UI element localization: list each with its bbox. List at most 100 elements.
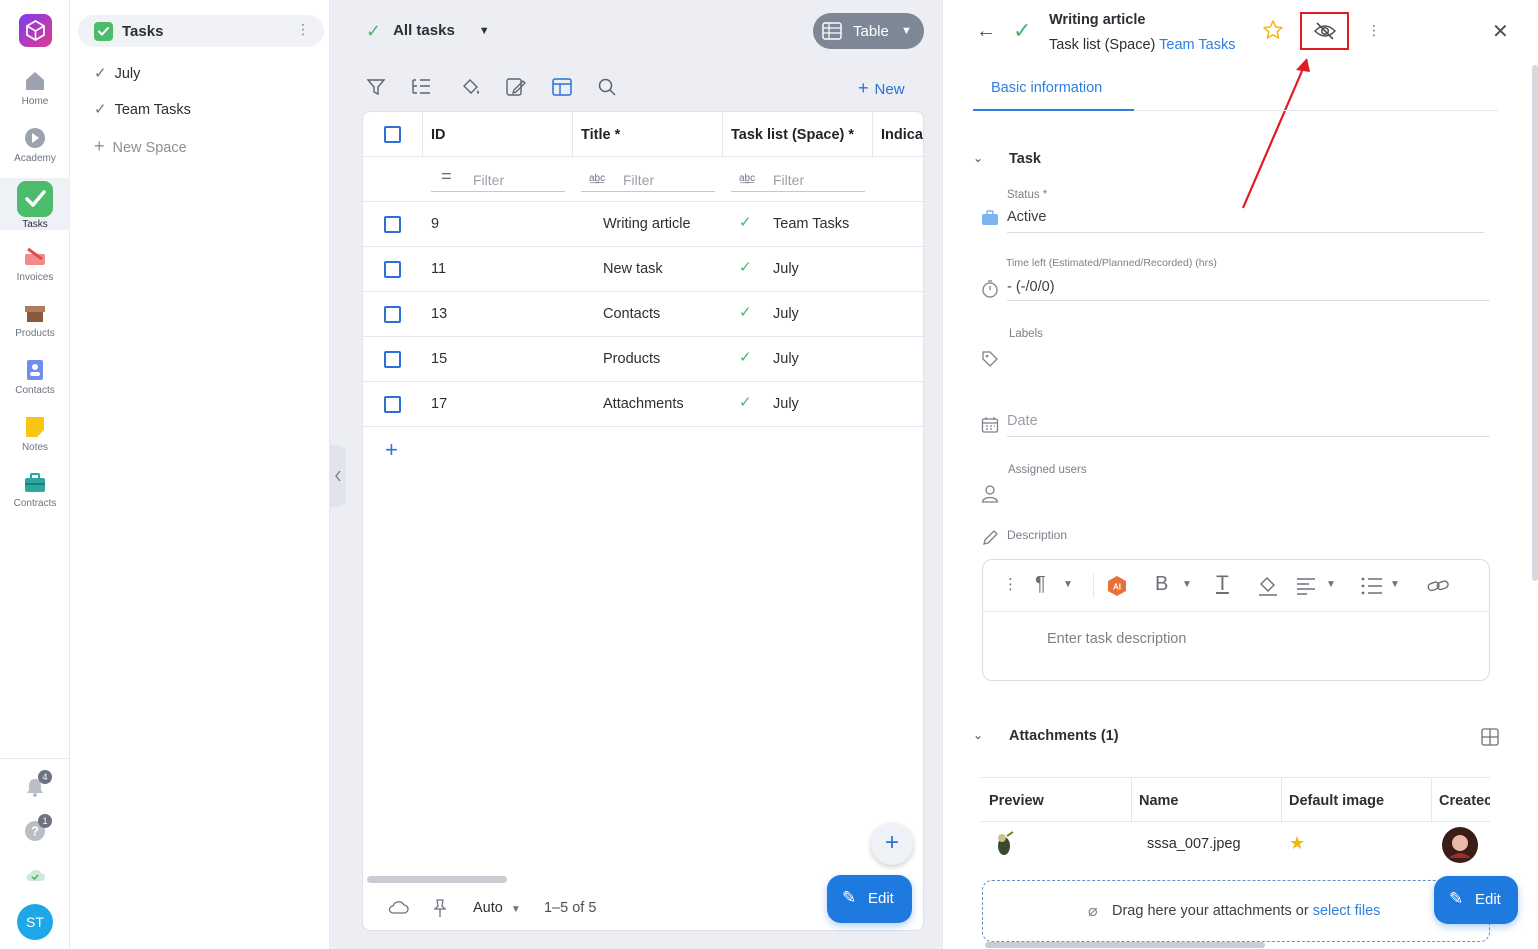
close-icon[interactable]: ✕ — [1492, 19, 1509, 44]
space-item-july[interactable]: ✓ July — [94, 64, 140, 82]
pin-button[interactable] — [431, 898, 449, 918]
labels-field[interactable] — [1007, 348, 1484, 370]
ai-icon[interactable]: AI — [1107, 575, 1127, 597]
text-format-icon[interactable]: T — [1216, 572, 1229, 596]
search-button[interactable] — [597, 77, 617, 97]
rail-academy[interactable]: Academy — [0, 127, 70, 164]
caret-down-icon[interactable]: ▼ — [1390, 579, 1400, 590]
table-row[interactable]: 11 New task ✓ July — [363, 247, 923, 292]
att-col-preview[interactable]: Preview — [989, 793, 1044, 809]
horizontal-scrollbar[interactable] — [367, 876, 507, 883]
color-rules-button[interactable] — [460, 77, 482, 97]
add-fab[interactable]: + — [871, 823, 913, 865]
rail-home[interactable]: Home — [0, 70, 70, 107]
list-icon[interactable] — [1361, 577, 1383, 595]
rail-notes[interactable]: Notes — [0, 416, 70, 453]
view-mode-button[interactable]: Table ▼ — [813, 13, 924, 49]
back-arrow-icon[interactable]: ← — [976, 20, 996, 43]
space-filter-input[interactable]: a͟b͟c Filter — [731, 170, 865, 192]
row-checkbox[interactable] — [384, 351, 401, 368]
filter-button[interactable] — [366, 77, 386, 97]
attachment-dropzone[interactable]: ⌀ Drag here your attachments or select f… — [982, 880, 1490, 942]
new-task-button[interactable]: + New — [858, 78, 905, 99]
link-icon[interactable] — [1427, 577, 1449, 595]
select-all-checkbox[interactable] — [384, 126, 401, 143]
row-checkbox[interactable] — [384, 261, 401, 278]
list-edit-button[interactable]: ✎ Edit — [827, 875, 912, 923]
att-col-created[interactable]: Createc — [1439, 793, 1490, 809]
column-header-indicator[interactable]: Indica — [873, 112, 923, 157]
rail-contacts[interactable]: Contacts — [0, 359, 70, 396]
description-label: Description — [1007, 528, 1068, 542]
table-row[interactable]: 13 Contacts ✓ July — [363, 292, 923, 337]
highlight-icon[interactable] — [1257, 575, 1279, 597]
task-section-toggle[interactable]: ⌄ — [973, 149, 983, 165]
space-link[interactable]: Team Tasks — [1159, 37, 1235, 53]
tab-basic-information[interactable]: Basic information — [973, 70, 1134, 111]
row-checkbox[interactable] — [384, 306, 401, 323]
detail-vertical-scrollbar[interactable] — [1532, 65, 1538, 581]
date-field[interactable]: Date — [1007, 413, 1490, 437]
select-files-link[interactable]: select files — [1313, 903, 1381, 919]
table-row[interactable]: 15 Products ✓ July — [363, 337, 923, 382]
select-all-header[interactable] — [363, 112, 423, 157]
space-item-team-tasks[interactable]: ✓ Team Tasks — [94, 100, 191, 118]
add-row-button[interactable]: + — [385, 437, 398, 463]
row-checkbox[interactable] — [384, 216, 401, 233]
avatar[interactable]: ST — [17, 904, 53, 940]
view-selector[interactable]: ✓ All tasks ▼ — [366, 21, 490, 42]
row-checkbox[interactable] — [384, 396, 401, 413]
more-vertical-icon[interactable]: ⋮ — [1003, 575, 1018, 593]
column-header-title[interactable]: Title * — [573, 112, 723, 157]
hide-toggle-highlight[interactable] — [1300, 12, 1349, 50]
title-filter-input[interactable]: a͟b͟c Filter — [581, 170, 715, 192]
caret-down-icon[interactable]: ▼ — [1063, 579, 1073, 590]
column-header-space[interactable]: Task list (Space) * — [723, 112, 873, 157]
column-header-id[interactable]: ID — [423, 112, 573, 157]
cloud-button[interactable] — [387, 898, 409, 916]
layout-button[interactable] — [551, 77, 573, 97]
notifications-button[interactable]: 4 — [24, 770, 52, 798]
sync-status[interactable] — [24, 866, 46, 884]
plus-icon: + — [858, 78, 869, 98]
status-field[interactable]: Active — [1007, 209, 1484, 233]
star-filled-icon[interactable]: ★ — [1289, 833, 1305, 854]
collapse-panel-handle[interactable] — [330, 445, 346, 507]
bold-icon[interactable]: B — [1155, 573, 1168, 596]
attachment-row[interactable]: sssa_007.jpeg ★ — [981, 822, 1490, 867]
caret-down-icon[interactable]: ▼ — [1326, 579, 1336, 590]
table-row[interactable]: 17 Attachments ✓ July — [363, 382, 923, 427]
attachments-section-toggle[interactable]: ⌄ — [973, 726, 983, 742]
align-left-icon[interactable] — [1296, 577, 1316, 595]
detail-edit-button[interactable]: ✎ Edit — [1434, 876, 1518, 924]
more-vertical-icon[interactable]: ⋮ — [296, 21, 310, 38]
pin-icon — [433, 899, 447, 917]
invoice-icon — [25, 247, 45, 265]
id-filter-input[interactable]: = Filter — [431, 166, 565, 192]
detail-horizontal-scrollbar[interactable] — [985, 942, 1265, 948]
more-vertical-icon[interactable]: ⋮ — [1367, 22, 1381, 39]
subtitle-prefix: Task list (Space) — [1049, 37, 1156, 53]
tree-view-button[interactable] — [410, 77, 432, 97]
spaces-header[interactable]: Tasks ⋮ — [78, 15, 324, 47]
favorite-button[interactable] — [1262, 19, 1284, 41]
assigned-users-field[interactable] — [1007, 482, 1484, 506]
rail-invoices[interactable]: Invoices — [0, 246, 70, 283]
image-thumbnail[interactable] — [993, 830, 1015, 858]
edit-mode-button[interactable] — [505, 77, 527, 97]
grid-view-icon[interactable] — [1481, 728, 1499, 746]
time-field[interactable]: - (-/0/0) — [1007, 279, 1490, 301]
rail-products[interactable]: Products — [0, 302, 70, 339]
paragraph-icon[interactable]: ¶ — [1035, 573, 1046, 596]
row-size-select[interactable]: Auto ▼ — [473, 900, 521, 916]
att-col-name[interactable]: Name — [1139, 793, 1179, 809]
rail-contracts[interactable]: Contracts — [0, 472, 70, 509]
att-col-default[interactable]: Default image — [1289, 793, 1384, 809]
app-logo[interactable] — [19, 14, 52, 47]
description-placeholder[interactable]: Enter task description — [1047, 631, 1186, 647]
rail-tasks[interactable]: Tasks — [0, 178, 70, 230]
table-row[interactable]: 9 Writing article ✓ Team Tasks — [363, 202, 923, 247]
new-space-button[interactable]: + New Space — [94, 136, 187, 157]
help-button[interactable]: ? 1 — [24, 814, 52, 842]
caret-down-icon[interactable]: ▼ — [1182, 579, 1192, 590]
